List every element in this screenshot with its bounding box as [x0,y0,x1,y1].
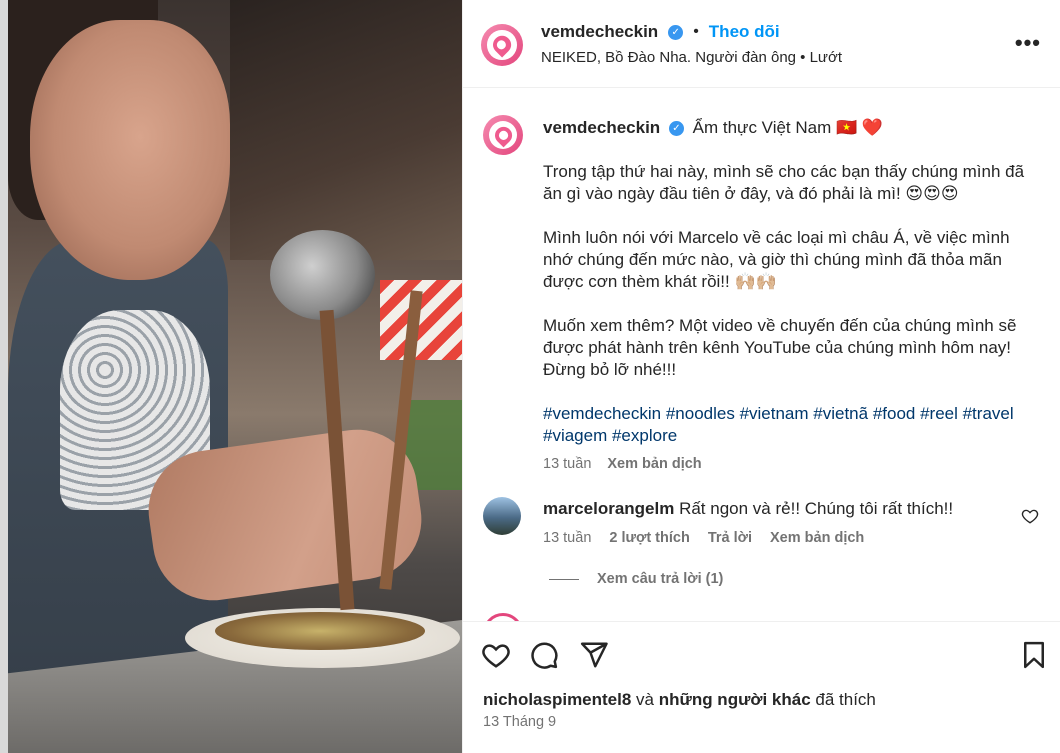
view-replies[interactable]: Xem câu trả lời (1) [549,571,723,587]
caption-paragraph: Trong tập thứ hai này, mình sẽ cho các b… [543,162,1025,203]
reply-button[interactable]: Trả lời [708,530,752,546]
verified-icon: ✓ [668,121,684,137]
replies-divider [549,578,579,580]
verified-icon: ✓ [668,24,684,40]
action-bar: nicholaspimentel8 và những người khác đã… [463,621,1060,753]
likes-suffix: đã thích [810,690,876,709]
comment-text: Rất ngon và rẻ!! Chúng tôi rất thích!! [679,499,954,518]
caption-avatar[interactable] [483,115,523,155]
caption: vemdecheckin ✓ Ẩm thực Việt Nam 🇻🇳 ❤️ Tr… [543,117,1043,475]
author-avatar[interactable] [481,24,523,66]
caption-paragraph: Mình luôn nói với Marcelo về các loại mì… [543,228,1010,291]
others-link[interactable]: những người khác [659,690,811,709]
next-comment-avatar[interactable] [483,613,523,621]
commenter-avatar[interactable] [483,497,521,535]
noodles [215,612,425,650]
post-header: vemdecheckin ✓ • Theo dõi NEIKED, Bồ Đào… [463,0,1060,88]
heart-icon[interactable] [481,640,511,670]
comment-translate-link[interactable]: Xem bản dịch [770,530,864,546]
comment-body: marcelorangelm Rất ngon và rẻ!! Chúng tô… [543,499,1013,519]
caption-paragraph: Muốn xem thêm? Một video về chuyến đến c… [543,316,1017,379]
comment-time: 13 tuần [543,530,592,546]
view-replies-label[interactable]: Xem câu trả lời (1) [597,571,723,587]
share-icon[interactable] [579,640,609,670]
caption-meta: 13 tuần Xem bản dịch [543,453,1043,475]
caption-time: 13 tuần [543,456,592,472]
translate-link[interactable]: Xem bản dịch [607,453,701,475]
stall-roof [230,0,462,260]
likes-summary: nicholaspimentel8 và những người khác đã… [483,690,876,710]
commenter-username[interactable]: marcelorangelm [543,499,674,518]
liker-username[interactable]: nicholaspimentel8 [483,690,631,709]
comment-icon[interactable] [529,640,559,670]
comment-likes[interactable]: 2 lượt thích [609,530,689,546]
separator-dot: • [693,23,699,40]
author-line: vemdecheckin ✓ • Theo dõi [541,22,780,42]
post-panel: vemdecheckin ✓ • Theo dõi NEIKED, Bồ Đào… [462,0,1060,753]
comment-like-icon[interactable] [1021,507,1039,525]
hashtags[interactable]: #vemdecheckin #noodles #vietnam #vietnã … [543,403,1043,447]
reel-video[interactable] [0,0,462,753]
audio-line[interactable]: NEIKED, Bồ Đào Nha. Người đàn ông • Lướt [541,49,842,66]
post-date: 13 Tháng 9 [483,714,557,730]
author-username[interactable]: vemdecheckin [541,22,658,42]
bookmark-icon[interactable] [1019,640,1049,670]
lamp [270,230,375,320]
comment-meta: 13 tuần 2 lượt thích Trả lời Xem bản dịc… [543,530,864,546]
window-edge [0,0,8,753]
follow-button[interactable]: Theo dõi [709,22,780,42]
more-icon[interactable]: ••• [1015,30,1041,56]
likes-joiner: và [631,690,659,709]
post-content: vemdecheckin ✓ Ẩm thực Việt Nam 🇻🇳 ❤️ Tr… [463,89,1060,621]
caption-username[interactable]: vemdecheckin [543,118,660,137]
person-face [30,20,230,280]
caption-title: Ẩm thực Việt Nam 🇻🇳 ❤️ [692,118,884,137]
